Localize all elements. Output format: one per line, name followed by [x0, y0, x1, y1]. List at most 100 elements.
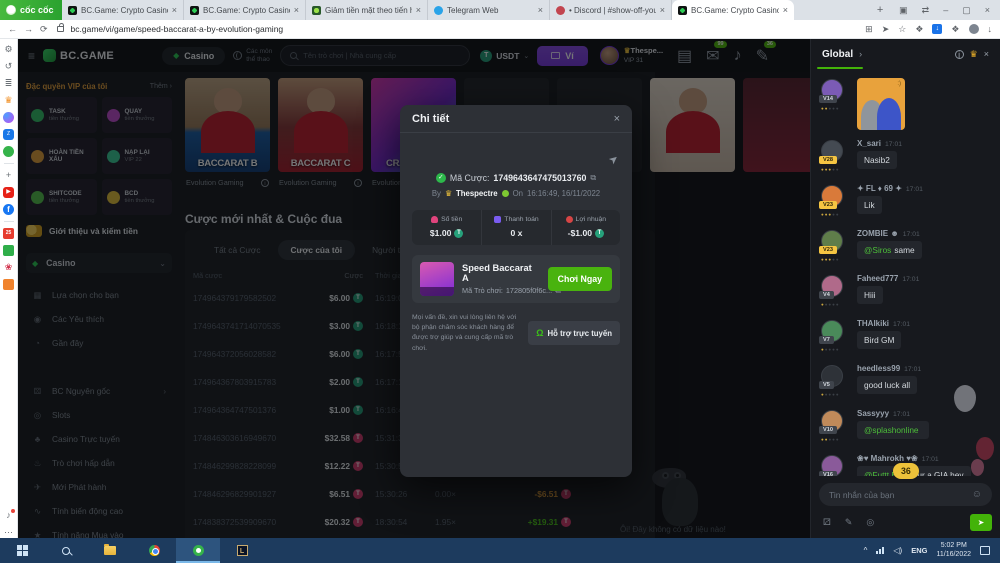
chat-username[interactable]: heedless99 — [857, 364, 900, 373]
back-icon[interactable]: ← — [8, 24, 17, 34]
shopping-icon[interactable] — [3, 245, 14, 256]
taskbar-search-icon[interactable] — [44, 538, 88, 563]
facebook-icon[interactable]: f — [3, 204, 14, 215]
notifications-bell-icon[interactable]: ♪ — [3, 510, 14, 521]
forward-icon[interactable]: → — [24, 24, 33, 34]
chat-username[interactable]: ❀♥ Mahrokh ♥❀ — [857, 454, 918, 463]
file-explorer-icon[interactable] — [88, 538, 132, 563]
mention[interactable]: @splashonline — [864, 425, 919, 435]
chat-rules-icon[interactable]: i — [955, 50, 964, 59]
maximize-icon[interactable]: ▢ — [962, 5, 971, 16]
tab-title: BC.Game: Crypto Casino Gam — [81, 6, 168, 15]
messenger-icon[interactable] — [3, 112, 14, 123]
chat-username[interactable]: THAIkiki — [857, 319, 889, 328]
browser-tab[interactable]: BC.Game: Crypto Casino Gam × — [62, 0, 184, 20]
coccoc-taskbar-icon[interactable] — [176, 538, 220, 563]
share-icon[interactable]: ➤ — [882, 24, 890, 35]
language-indicator[interactable]: ENG — [911, 546, 927, 555]
cart-icon[interactable] — [3, 279, 14, 290]
network-icon[interactable] — [876, 547, 884, 554]
tab-favicon — [312, 6, 321, 15]
hidden-icons-caret[interactable]: ^ — [864, 546, 868, 555]
bettor-username[interactable]: Thespectre — [456, 189, 498, 198]
rain-icon[interactable]: ✎ — [845, 517, 853, 528]
league-of-legends-icon[interactable]: L — [220, 538, 264, 563]
unread-count-bubble[interactable]: 36 — [893, 463, 919, 479]
window-controls: ▣ ⇄ – ▢ × — [889, 0, 1000, 20]
address-bar: ← → ⟳ bc.game/vi/game/speed-baccarat-a-b… — [0, 20, 1000, 39]
vip-badge: V4 — [819, 291, 834, 299]
share-icon[interactable]: ➤ — [606, 152, 621, 168]
history-icon[interactable]: ↺ — [3, 61, 14, 72]
extensions-icon[interactable]: ❖ — [951, 24, 959, 35]
settings-gear-icon[interactable]: ⚙ — [3, 44, 14, 55]
calendar-icon[interactable]: 25 — [3, 228, 14, 239]
chat-close-icon[interactable]: × — [984, 49, 989, 59]
start-button[interactable] — [0, 538, 44, 563]
chat-username[interactable]: Faheed777 — [857, 274, 898, 283]
tab-close-icon[interactable]: × — [538, 5, 543, 15]
game-name: Speed Baccarat A — [462, 263, 540, 283]
save-page-icon[interactable]: ⊞ — [865, 24, 873, 35]
more-icon[interactable]: ⋯ — [3, 527, 14, 538]
games-icon[interactable] — [3, 146, 14, 157]
close-window-icon[interactable]: × — [985, 5, 990, 15]
bookmark-star-icon[interactable]: ☆ — [898, 24, 906, 35]
chat-username[interactable]: ZOMBIE ☻ — [857, 229, 899, 238]
send-button[interactable]: ➤ — [970, 514, 992, 531]
coin-icon[interactable]: ◎ — [866, 517, 874, 528]
trophy-icon[interactable]: ♛ — [970, 49, 978, 60]
dice-icon[interactable]: ⚂ — [823, 517, 831, 528]
tab-search-icon[interactable]: ▣ — [899, 5, 908, 16]
modal-close-icon[interactable]: × — [614, 113, 620, 125]
restore-tabs-icon[interactable]: ⇄ — [922, 5, 930, 16]
reload-icon[interactable]: ⟳ — [40, 24, 48, 35]
adblock-shield-icon[interactable]: ❖ — [915, 24, 923, 35]
browser-tab[interactable]: • Discord | #show-off-you × — [550, 0, 672, 20]
chat-room-title[interactable]: Global — [822, 49, 853, 60]
browser-tab[interactable]: BC.Game: Crypto Casino Gam × — [672, 0, 794, 20]
add-shortcut-icon[interactable]: + — [3, 170, 14, 181]
zalo-icon[interactable]: Z — [3, 129, 14, 140]
chat-username[interactable]: ✦ FL ♦ 69 ✦ — [857, 184, 902, 193]
volume-icon[interactable]: ◁) — [893, 546, 902, 555]
tab-close-icon[interactable]: × — [783, 5, 788, 15]
play-now-button[interactable]: Chơi Ngay — [548, 267, 612, 291]
chrome-icon[interactable] — [132, 538, 176, 563]
chat-username[interactable]: Sassyyy — [857, 409, 889, 418]
game-thumbnail[interactable] — [420, 262, 454, 296]
support-button-label: Hỗ trợ trực tuyến — [548, 329, 612, 338]
browser-tab[interactable]: Giảm tiền mặt theo tiến hóa! × — [306, 0, 428, 20]
emoji-icon[interactable]: ☺ — [972, 489, 982, 500]
chat-username[interactable]: X_sari — [857, 139, 881, 148]
chat-input[interactable]: Tin nhắn của bạn ☺ — [819, 483, 992, 506]
browser-tab[interactable]: BC.Game: Crypto Casino Gam × — [184, 0, 306, 20]
live-support-button[interactable]: Ω Hỗ trợ trực tuyến — [528, 321, 620, 345]
copy-icon[interactable]: ⧉ — [590, 173, 596, 183]
tab-close-icon[interactable]: × — [660, 5, 665, 15]
youtube-icon[interactable]: ▶ — [3, 187, 14, 198]
new-tab-button[interactable]: + — [871, 0, 889, 20]
tab-favicon — [434, 6, 443, 15]
taskbar-clock[interactable]: 5:02 PM 11/16/2022 — [936, 542, 971, 560]
downloads-icon[interactable]: ↓ — [988, 24, 993, 34]
bet-details-modal: Chi tiết × ➤ ✓ Mã Cược: 1749643647475013… — [400, 105, 632, 477]
tab-close-icon[interactable]: × — [294, 5, 299, 15]
vip-badge: V16 — [819, 471, 837, 476]
vip-badge: V7 — [819, 336, 834, 344]
browser-tab[interactable]: Telegram Web × — [428, 0, 550, 20]
flower-icon[interactable]: ❀ — [3, 262, 14, 273]
action-center-icon[interactable] — [980, 546, 990, 555]
tab-close-icon[interactable]: × — [416, 5, 421, 15]
minimize-icon[interactable]: – — [943, 5, 948, 15]
crown-icon[interactable]: ♛ — [3, 95, 14, 106]
newsfeed-icon[interactable]: ≣ — [3, 78, 14, 89]
download-extension-icon[interactable]: ↓ — [932, 24, 942, 34]
tab-close-icon[interactable]: × — [172, 5, 177, 15]
mention[interactable]: @Siros — [864, 245, 891, 255]
url-text[interactable]: bc.game/vi/game/speed-baccarat-a-by-evol… — [71, 24, 859, 34]
tab-title: • Discord | #show-off-you — [569, 6, 656, 15]
browser-profile-avatar[interactable] — [969, 24, 979, 34]
lock-icon[interactable] — [57, 26, 64, 32]
coccoc-brand-button[interactable]: cốc cốc — [0, 0, 62, 20]
